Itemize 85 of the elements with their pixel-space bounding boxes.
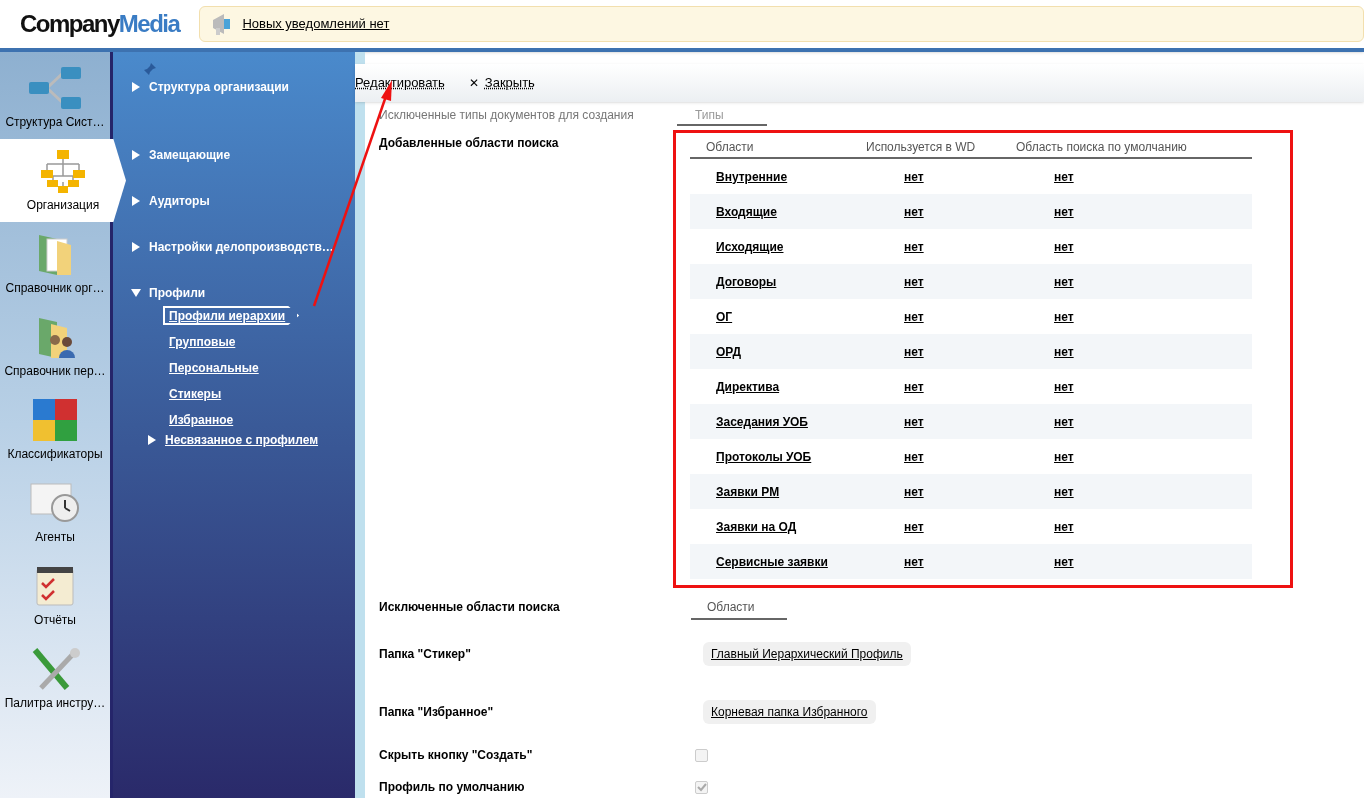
table-cell-link[interactable]: нет <box>904 272 1054 291</box>
field-label: Скрыть кнопку "Создать" <box>379 747 534 764</box>
table-cell-link[interactable]: Входящие <box>716 202 904 221</box>
field-label: Папка "Стикер" <box>379 646 472 663</box>
module-item[interactable]: Структура Сист… <box>0 56 110 139</box>
table-cell-link[interactable]: нет <box>904 237 1054 256</box>
table-cell-link[interactable]: нет <box>904 167 1054 186</box>
nav-subitem[interactable]: Избранное <box>169 410 234 429</box>
module-item[interactable]: Отчёты <box>0 554 110 637</box>
table-cell-link[interactable]: нет <box>1054 237 1074 256</box>
table-cell-link[interactable]: нет <box>904 377 1054 396</box>
nav-item[interactable]: Структура организации <box>131 78 289 96</box>
table-cell-link[interactable]: нет <box>904 307 1054 326</box>
folder-field[interactable]: Корневая папка Избранного <box>703 700 876 724</box>
table-cell-link[interactable]: Заявки на ОД <box>716 517 904 536</box>
edit-link[interactable]: Редактировать <box>355 73 445 93</box>
table-cell-link[interactable]: нет <box>1054 202 1074 221</box>
table-cell-link[interactable]: Исходящие <box>716 237 904 256</box>
table-cell-link[interactable]: нет <box>904 517 1054 536</box>
table-cell-link[interactable]: нет <box>904 552 1054 571</box>
field-label: Исключенные области поиска <box>379 599 561 616</box>
collapsed-triangle-icon <box>147 435 157 445</box>
table-cell-link[interactable]: нет <box>904 482 1054 501</box>
close-link[interactable]: ✕ Закрыть <box>468 73 535 93</box>
nav-subitem[interactable]: Групповые <box>169 332 236 351</box>
table-cell-link[interactable]: Внутренние <box>716 167 904 186</box>
table-cell-link[interactable]: нет <box>1054 342 1074 361</box>
column-header: Области <box>705 139 755 156</box>
table-cell-link[interactable]: нет <box>1054 517 1074 536</box>
checkmark-icon <box>696 782 707 792</box>
table-cell-link[interactable]: Сервисные заявки <box>716 552 904 571</box>
table-cell-link[interactable]: Договоры <box>716 272 904 291</box>
table-cell-link[interactable]: Заявки РМ <box>716 482 904 501</box>
field-label: Добавленные области поиска <box>379 135 560 152</box>
module-item[interactable]: Палитра инстру… <box>0 637 110 720</box>
table-cell-link[interactable]: Заседания УОБ <box>716 412 904 431</box>
nav-subitem[interactable]: Персональные <box>169 358 259 377</box>
company-logo: CompanyMedia <box>20 9 180 39</box>
collapsed-triangle-icon <box>131 196 141 206</box>
table-cell-link[interactable]: нет <box>904 202 1054 221</box>
collapsed-triangle-icon <box>131 82 141 92</box>
checkbox[interactable] <box>695 780 708 794</box>
nav-subitem[interactable]: Стикеры <box>169 384 222 403</box>
table-cell-link[interactable]: нет <box>1054 167 1074 186</box>
megaphone-icon <box>210 11 233 37</box>
nav-item[interactable]: Профили <box>131 284 206 302</box>
module-item[interactable]: Справочник пер… <box>0 305 110 388</box>
table-cell-link[interactable]: ОРД <box>716 342 904 361</box>
module-item[interactable]: Организация <box>0 139 126 222</box>
table-cell-link[interactable]: нет <box>1054 272 1074 291</box>
field-label: Исключенные типы документов для создания <box>379 107 635 124</box>
field-label: Профиль по умолчанию <box>379 779 526 796</box>
structure-icon <box>27 64 83 111</box>
table-cell-link[interactable]: нет <box>1054 412 1074 431</box>
nav-item[interactable]: Настройки делопроизводств… <box>131 238 334 256</box>
module-item[interactable]: Агенты <box>0 471 110 554</box>
table-cell-link[interactable]: Протоколы УОБ <box>716 447 904 466</box>
table-cell-link[interactable]: нет <box>904 412 1054 431</box>
table-cell-link[interactable]: нет <box>1054 552 1074 571</box>
column-header: Область поиска по умолчанию <box>1016 139 1187 156</box>
table-cell-link[interactable]: нет <box>1054 482 1074 501</box>
collapsed-triangle-icon <box>131 150 141 160</box>
field-label: Папка "Избранное" <box>379 704 495 721</box>
table-cell-link[interactable]: нет <box>1054 307 1074 326</box>
checkbox[interactable] <box>695 748 708 762</box>
column-header: Области <box>691 598 787 620</box>
module-item[interactable]: Справочник орг… <box>0 222 110 305</box>
pin-icon <box>143 62 157 76</box>
expanded-triangle-icon <box>131 288 141 298</box>
collapsed-triangle-icon <box>131 242 141 252</box>
column-header: Используется в WD <box>866 139 977 156</box>
nav-subitem[interactable]: Профили иерархии <box>163 306 300 325</box>
table-cell-link[interactable]: нет <box>904 447 1054 466</box>
table-cell-link[interactable]: нет <box>904 342 1054 361</box>
table-cell-link[interactable]: ОГ <box>716 307 904 326</box>
nav-item[interactable]: Замещающие <box>131 146 231 164</box>
nav-item[interactable]: Аудиторы <box>131 192 210 210</box>
nav-item[interactable]: Несвязанное с профилем <box>147 431 319 449</box>
table-cell-link[interactable]: нет <box>1054 377 1074 396</box>
module-item[interactable]: Классификаторы <box>0 388 110 471</box>
notification-link[interactable]: Новых уведомлений нет <box>242 14 390 34</box>
column-header: Типы <box>677 106 767 126</box>
table-cell-link[interactable]: нет <box>1054 447 1074 466</box>
folder-field[interactable]: Главный Иерархический Профиль <box>703 642 911 666</box>
table-cell-link[interactable]: Директива <box>716 377 904 396</box>
